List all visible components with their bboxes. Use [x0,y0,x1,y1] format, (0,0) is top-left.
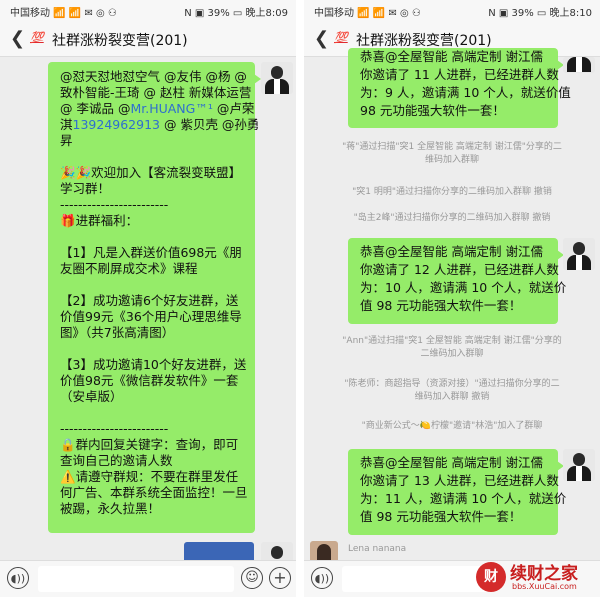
message-line: 🎁进群福利： [60,213,139,228]
message-line: 淇13924962913 @ 紫贝壳 @孙勇 [60,117,260,132]
input-bar: ◖)) ☺ + [0,560,296,597]
voice-icon[interactable]: ◖)) [311,567,333,589]
hundred-badge: 💯 [334,31,348,44]
chat-screen-right: 中国移动 📶 📶 ✉ ◎ ⚇ N ▣ 39% ▭ 晚上8:10 ❮ 💯 社群涨粉… [304,0,600,597]
avatar[interactable] [563,238,595,270]
sender-name: Lena nanana [348,544,407,554]
system-notice: "突1 明明"通过扫描你分享的二维码加入群聊 撤销 [352,187,552,197]
watermark-title: 续财之家 [510,564,578,584]
hundred-badge: 💯 [30,31,44,44]
watermark-logo-icon: 财 [476,562,506,592]
chat-title-bar: ❮ 💯 社群涨粉裂变营(201) [0,22,296,57]
message-line: 值 98 元功能强大软件一套！ [360,509,522,524]
message-line: @怼天怼地怼空气 @友伟 @杨 @ [60,69,247,84]
chat-screen-left: 中国移动 📶 📶 ✉ ◎ ⚇ N ▣ 39% ▭ 晚上8:09 ❮ 💯 社群涨粉… [0,0,296,597]
message-line: 【2】成功邀请6个好友进群，送 [60,293,239,308]
system-notice: "陈老师：商超指导（资源对接）"通过扫描你分享的二 维码加入群聊 撤销 [344,379,560,402]
message-input[interactable] [342,566,492,592]
message-line: 查询自己的邀请人数 [60,453,173,468]
message-line: 🔒群内回复关键字：查询，即可 [60,437,239,452]
message-line: 98 元功能强大软件一套！ [360,103,505,118]
message-line: 值 98 元功能强大软件一套！ [360,298,522,313]
system-notice: "Ann"通过扫描"突1 全屋智能 高端定制 谢江儒"分享的 二维码加入群聊 [342,336,562,359]
message-line: ------------------------ [60,197,169,212]
avatar[interactable] [261,62,293,94]
carrier-info: 中国移动 📶 📶 ✉ ◎ ⚇ [10,8,117,19]
message-line: 友圈不刷屏成交术》课程 [60,261,198,276]
carrier-info: 中国移动 📶 📶 ✉ ◎ ⚇ [314,8,421,19]
image-message-thumb[interactable] [184,542,254,560]
back-icon[interactable]: ❮ [10,28,25,49]
message-line: 学习群！ [60,181,111,196]
avatar[interactable] [563,57,595,73]
message-bubble[interactable]: @怼天怼地怼空气 @友伟 @杨 @ 致朴智能-王琦 @ 赵柱 新媒体运营 @ 李… [48,62,261,533]
message-line: 为：11 人，邀请满 10 个人，就送价 [360,491,567,506]
message-line: 你邀请了 13 人进群，已经进群人数 [360,473,559,488]
message-line: 何广告、本群系统全面监控！一旦 [60,485,248,500]
sender-avatar[interactable] [310,541,338,560]
message-line: 🎉🎉欢迎加入【客流裂变联盟】 [60,165,242,180]
status-bar: 中国移动 📶 📶 ✉ ◎ ⚇ N ▣ 39% ▭ 晚上8:10 [304,0,600,22]
message-line: @ 李诚品 @Mr.HUANG™¹ @卢荣 [60,101,255,116]
status-right: N ▣ 39% ▭ 晚上8:09 [184,8,288,19]
chat-title[interactable]: 社群涨粉裂变营(201) [52,30,188,50]
message-bubble[interactable]: 恭喜@全屋智能 高端定制 谢江儒 你邀请了 12 人进群，已经进群人数 为：10… [348,238,567,324]
message-line: 为：10 人，邀请满 10 个人，就送价 [360,280,567,295]
message-line: 致朴智能-王琦 @ 赵柱 新媒体运营 [60,85,252,100]
message-line: ⚠️请遵守群规：不要在群里发任 [60,469,239,484]
message-bubble[interactable]: 恭喜@全屋智能 高端定制 谢江儒 你邀请了 13 人进群，已经进群人数 为：11… [348,449,567,535]
system-notice: "蒋"通过扫描"突1 全屋智能 高端定制 谢江儒"分享的二 维码加入群聊 [342,142,562,165]
status-right: N ▣ 39% ▭ 晚上8:10 [488,8,592,19]
site-watermark: 财 续财之家 bbs.XuuCai.com [476,558,600,597]
message-line: 你邀请了 11 人进群，已经进群人数 [360,67,559,82]
plus-icon[interactable]: + [269,567,291,589]
message-line: 你邀请了 12 人进群，已经进群人数 [360,262,559,277]
message-line: 恭喜@全屋智能 高端定制 谢江儒 [360,49,543,64]
system-notice: "岛主2峰"通过扫描你分享的二维码加入群聊 撤销 [353,213,551,223]
message-line: 恭喜@全屋智能 高端定制 谢江儒 [360,455,543,470]
message-line: ------------------------ [60,421,169,436]
message-line: 【3】成功邀请10个好友进群，送 [60,357,247,372]
system-notice: "商业新公式～🍋柠檬"邀请"林浩"加入了群聊 [361,421,543,431]
watermark-url: bbs.XuuCai.com [512,582,577,591]
message-line: 昇 [60,133,73,148]
avatar[interactable] [563,449,595,481]
message-line: 【1】凡是入群送价值698元《朋 [60,245,242,260]
message-bubble[interactable]: 恭喜@全屋智能 高端定制 谢江儒 你邀请了 11 人进群，已经进群人数 为：9 … [348,48,571,128]
message-line: 价值98元《微信群发软件》一套 [60,373,239,388]
back-icon[interactable]: ❮ [314,28,329,49]
message-input[interactable] [38,566,234,592]
avatar[interactable] [261,542,293,560]
status-bar: 中国移动 📶 📶 ✉ ◎ ⚇ N ▣ 39% ▭ 晚上8:09 [0,0,296,22]
message-line: 恭喜@全屋智能 高端定制 谢江儒 [360,244,543,259]
message-line: 被踢，永久拉黑！ [60,501,161,516]
voice-icon[interactable]: ◖)) [7,567,29,589]
message-line: 图》（共7张高清图） [60,325,175,340]
chat-title[interactable]: 社群涨粉裂变营(201) [356,30,492,50]
message-line: （安卓版） [60,389,123,404]
message-line: 价值99元《36个用户心理思维导 [60,309,242,324]
message-line: 为：9 人，邀请满 10 个人，就送价值 [360,85,571,100]
emoji-icon[interactable]: ☺ [241,567,263,589]
